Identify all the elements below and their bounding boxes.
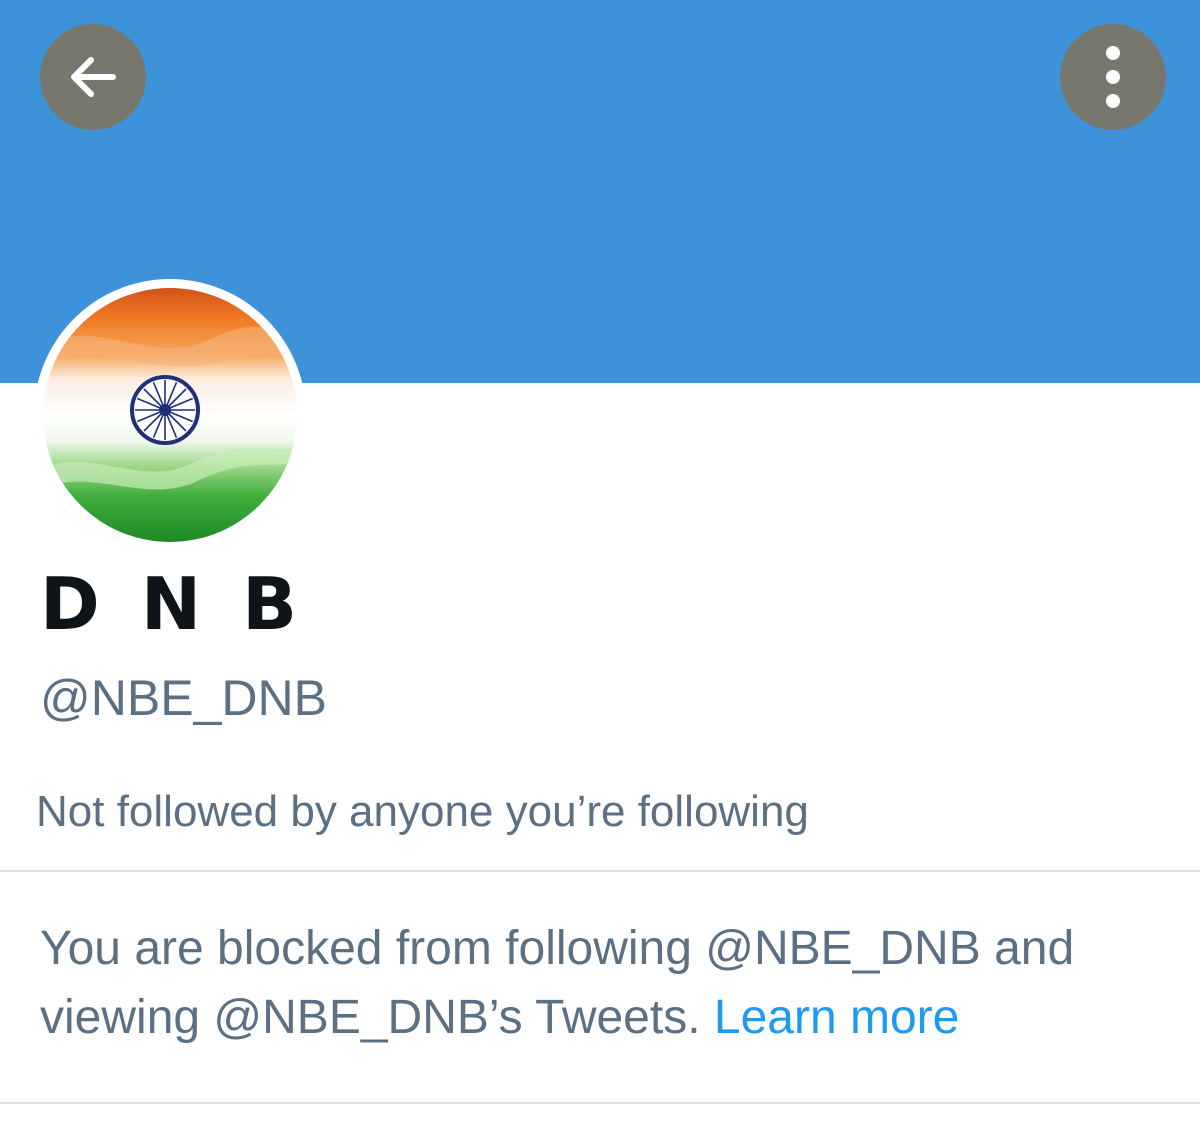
- indian-flag-avatar-image: [43, 288, 297, 542]
- arrow-left-icon: [71, 57, 116, 97]
- avatar[interactable]: [43, 288, 297, 542]
- followers-you-know-text[interactable]: Not followed by anyone you’re following: [36, 784, 809, 840]
- profile-display-name: D N B: [40, 562, 306, 646]
- avatar-frame: [34, 279, 306, 551]
- divider: [0, 870, 1200, 872]
- more-vertical-icon: [1106, 46, 1120, 108]
- back-button[interactable]: [40, 24, 146, 130]
- profile-handle: @NBE_DNB: [40, 670, 327, 726]
- divider: [0, 1102, 1200, 1104]
- blocked-notice: You are blocked from following @NBE_DNB …: [40, 914, 1170, 1052]
- profile-page: D N B @NBE_DNB Not followed by anyone yo…: [0, 0, 1200, 1129]
- more-options-button[interactable]: [1060, 24, 1166, 130]
- learn-more-link[interactable]: Learn more: [714, 991, 959, 1044]
